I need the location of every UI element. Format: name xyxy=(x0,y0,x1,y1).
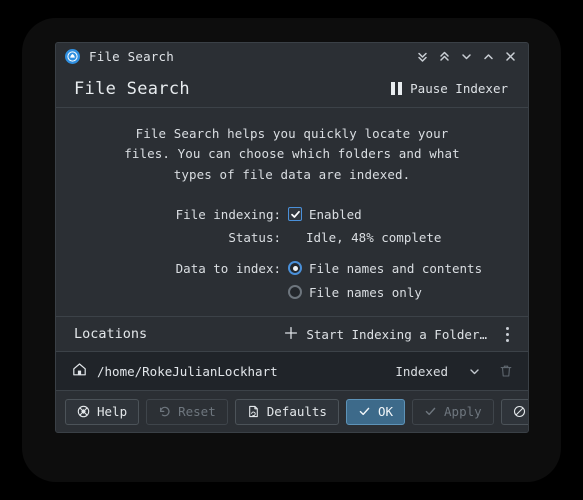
radio-file-names-only[interactable]: File names only xyxy=(288,283,490,302)
file-indexing-label: File indexing: xyxy=(175,206,281,222)
status-control: Idle, 48% complete xyxy=(288,228,441,247)
undo-icon xyxy=(158,405,171,418)
reset-button[interactable]: Reset xyxy=(146,398,228,425)
apply-button-label: Apply xyxy=(444,404,482,419)
page-title: File Search xyxy=(74,78,190,99)
prohibit-icon xyxy=(513,405,526,418)
data-to-index-label: Data to index: xyxy=(175,260,281,276)
data-to-index-row: Data to index: File names and contents F… xyxy=(74,259,528,316)
locations-header: Locations Start Indexing a Folder… xyxy=(56,316,528,352)
status-row: Status: Idle, 48% complete xyxy=(74,228,528,247)
ok-button[interactable]: OK xyxy=(345,398,406,425)
settings-body: File Search helps you quickly locate you… xyxy=(56,108,528,316)
status-value: Idle, 48% complete xyxy=(306,229,442,245)
file-search-window: File Search File Search Pause Indexer Fi… xyxy=(55,42,529,433)
radio-selected-icon xyxy=(288,261,302,276)
dialog-button-bar: Help Reset Defaults OK Apply xyxy=(56,390,528,432)
window-title: File Search xyxy=(89,49,174,64)
help-button[interactable]: Help xyxy=(65,398,140,425)
file-indexing-row: File indexing: Enabled xyxy=(74,205,528,224)
pause-indexer-label: Pause Indexer xyxy=(410,81,508,96)
locations-title: Locations xyxy=(74,326,148,342)
help-button-label: Help xyxy=(97,404,128,419)
apply-button[interactable]: Apply xyxy=(412,398,494,425)
check-icon xyxy=(358,405,371,418)
radio-file-names-and-contents[interactable]: File names and contents xyxy=(288,259,490,278)
intro-text: File Search helps you quickly locate you… xyxy=(124,126,460,182)
cancel-button[interactable]: Cancel xyxy=(500,398,528,425)
radio-label-contents: File names and contents xyxy=(309,260,483,276)
pause-indexer-button[interactable]: Pause Indexer xyxy=(387,78,512,99)
check-icon xyxy=(424,405,437,418)
app-logo-icon xyxy=(65,49,80,64)
defaults-button-label: Defaults xyxy=(266,404,327,419)
locations-list: /home/RokeJulianLockhart Indexed xyxy=(56,352,528,390)
location-status: Indexed xyxy=(395,363,448,379)
expand-all-icon[interactable] xyxy=(435,47,454,66)
home-icon xyxy=(72,362,87,381)
settings-form: File indexing: Enabled Status: Idle, 48%… xyxy=(56,205,528,316)
trash-icon[interactable] xyxy=(494,359,518,383)
radio-group: File names and contents File names only … xyxy=(288,259,490,316)
radio-label-names-only: File names only xyxy=(309,284,422,300)
window-controls xyxy=(413,47,520,66)
chevron-down-icon[interactable] xyxy=(462,359,486,383)
status-label: Status: xyxy=(228,229,281,245)
close-icon[interactable] xyxy=(501,47,520,66)
page-header: File Search Pause Indexer xyxy=(56,70,528,108)
file-indexing-checkbox-label: Enabled xyxy=(309,206,362,222)
chevron-down-icon[interactable] xyxy=(457,47,476,66)
start-indexing-folder-button[interactable]: Start Indexing a Folder… xyxy=(279,323,492,346)
ok-button-label: OK xyxy=(377,404,394,419)
file-indexing-checkbox[interactable]: Enabled xyxy=(288,205,362,224)
location-path: /home/RokeJulianLockhart xyxy=(97,363,278,379)
plus-icon xyxy=(284,326,298,343)
titlebar: File Search xyxy=(56,43,528,70)
table-row[interactable]: /home/RokeJulianLockhart Indexed xyxy=(56,352,528,390)
reset-button-label: Reset xyxy=(178,404,216,419)
kebab-menu-icon[interactable] xyxy=(496,322,518,346)
collapse-all-icon[interactable] xyxy=(413,47,432,66)
start-indexing-folder-label: Start Indexing a Folder… xyxy=(306,326,487,342)
chevron-up-icon[interactable] xyxy=(479,47,498,66)
checkmark-icon xyxy=(288,207,302,222)
radio-unselected-icon xyxy=(288,285,302,300)
pause-icon xyxy=(391,82,403,95)
lifebuoy-icon xyxy=(77,405,90,418)
document-icon xyxy=(247,405,260,418)
defaults-button[interactable]: Defaults xyxy=(234,398,339,425)
